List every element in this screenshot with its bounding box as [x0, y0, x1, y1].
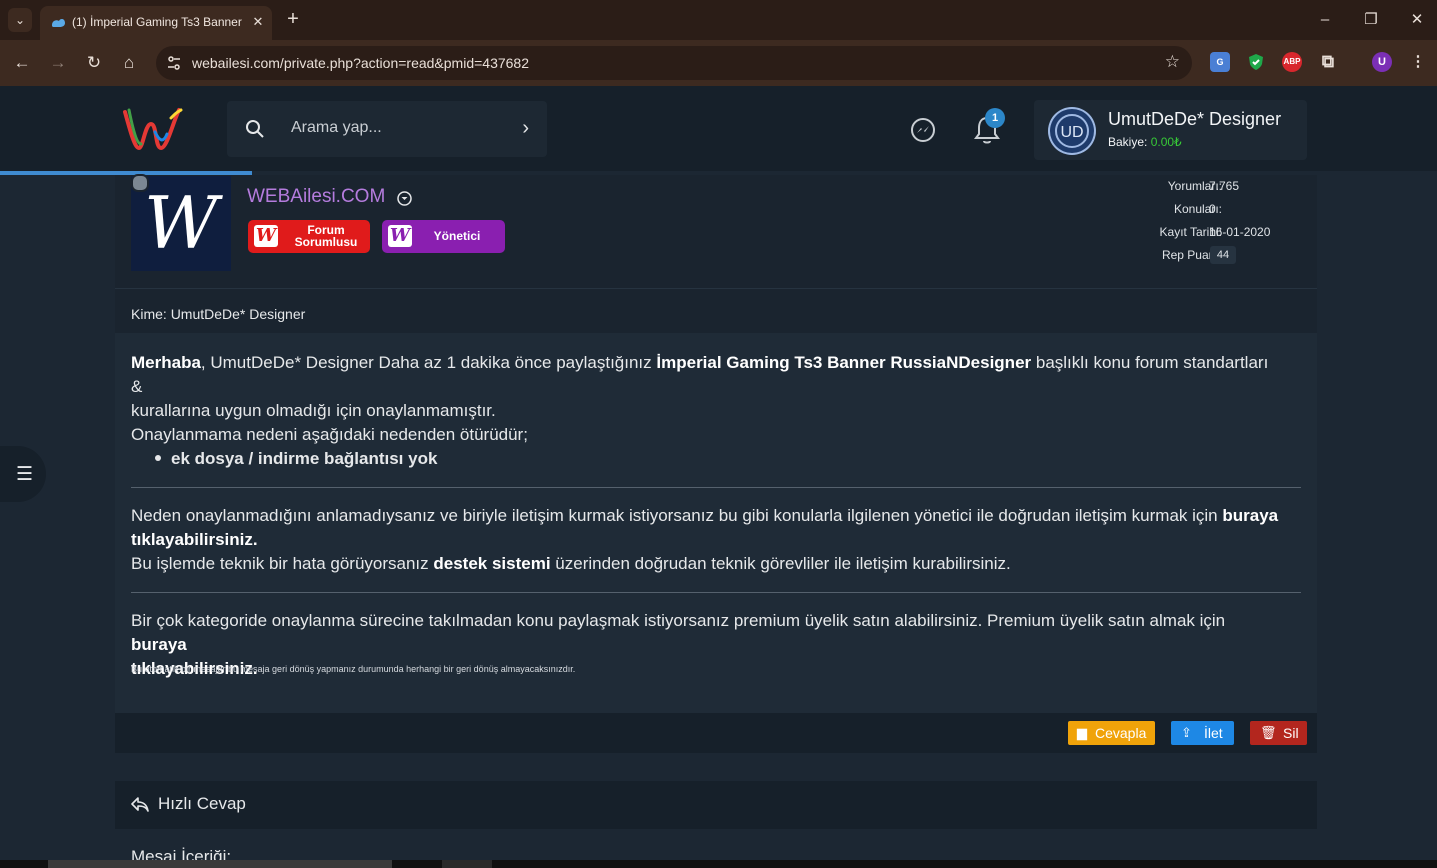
taskbar-app[interactable]	[48, 860, 392, 868]
forward-icon[interactable]: →	[47, 52, 69, 74]
translate-icon[interactable]: G	[1210, 52, 1230, 72]
reply-button-label: Cevapla	[1095, 725, 1147, 741]
user-name: UmutDeDe* Designer	[1108, 109, 1282, 129]
rep-points-badge: 44	[1210, 246, 1236, 264]
quick-reply-title: Hızlı Cevap	[158, 794, 246, 813]
status-indicator	[131, 174, 149, 192]
stat-row: Kayıt Tarihi: 16-01-2020	[1120, 223, 1310, 241]
reply-arrow-icon	[131, 797, 149, 812]
browser-menu-icon[interactable]: ⋮	[1408, 52, 1428, 72]
p5-text: Bir çok kategoride onaylanma sürecine ta…	[131, 611, 1226, 630]
topic-title: İmperial Gaming Ts3 Banner RussiaNDesign…	[656, 353, 1032, 372]
site-favicon-icon	[52, 18, 65, 27]
taskbar-app[interactable]	[442, 860, 492, 868]
contact-link[interactable]: buraya	[1222, 506, 1278, 525]
browser-tab-bar: ⌄ (1) İmperial Gaming Ts3 Banner RussiaN…	[0, 0, 1437, 40]
menu-icon: ☰	[16, 464, 34, 485]
site-logo[interactable]	[121, 104, 183, 154]
address-bar[interactable]: webailesi.com/private.php?action=read&pm…	[156, 46, 1192, 80]
minimize-icon[interactable]: –	[1310, 10, 1340, 30]
bullet-icon	[155, 455, 161, 461]
badge-forum-sorumlusu: W Forum Sorumlusu	[248, 220, 370, 253]
badge-yonetici: W Yönetici	[382, 220, 505, 253]
badge-logo-icon: W	[254, 225, 278, 247]
chevron-down-icon[interactable]	[397, 191, 412, 206]
site-header: Arama yap... › UD UmutDeDe* Designer Bak…	[0, 86, 1437, 171]
share-icon: ⇪	[1181, 725, 1192, 740]
stat-value: 0	[1209, 202, 1216, 216]
quick-reply-header	[115, 781, 1317, 829]
messenger-icon[interactable]	[909, 116, 937, 144]
reload-icon[interactable]: ↻	[83, 52, 105, 74]
avatar: UD	[1048, 107, 1096, 155]
search-box[interactable]: Arama yap... ›	[227, 101, 547, 157]
reply-button[interactable]: ▆ Cevapla	[1068, 721, 1155, 745]
recipient-name: UmutDeDe* Designer	[170, 306, 306, 322]
p2-text: Onaylanmama nedeni aşağıdaki nedenden öt…	[131, 425, 528, 444]
p1-text-c: kurallarına uygun olmadığı için onaylanm…	[131, 401, 496, 420]
stat-value: 7.765	[1209, 179, 1240, 193]
forward-button-label: İlet	[1204, 725, 1223, 741]
adblock-icon[interactable]: ABP	[1282, 52, 1302, 72]
home-icon[interactable]: ⌂	[118, 52, 140, 74]
search-input[interactable]: Arama yap...	[291, 119, 382, 137]
p4-text-a: Bu işlemde teknik bir hata görüyorsanız	[131, 554, 434, 573]
balance: Bakiye: 0.00₺	[1108, 135, 1182, 149]
recipient-label: Kime:	[131, 306, 167, 322]
balance-value: 0.00₺	[1150, 135, 1182, 149]
sender-name-link[interactable]: WEBAilesi.COM	[247, 186, 385, 208]
balance-label: Bakiye:	[1108, 135, 1148, 149]
p3-text: Neden onaylanmadığını anlamadıysanız ve …	[131, 506, 1223, 525]
site-info-icon[interactable]	[166, 55, 182, 71]
sidebar-toggle[interactable]: ☰	[0, 446, 46, 502]
close-icon[interactable]: ✕	[248, 12, 268, 32]
tab-search-button[interactable]: ⌄	[8, 8, 32, 32]
url-text[interactable]: webailesi.com/private.php?action=read&pm…	[192, 55, 529, 71]
search-icon	[246, 120, 264, 138]
stat-row: Konuları: 0	[1120, 200, 1310, 218]
support-system-link[interactable]: destek sistemi	[433, 554, 550, 573]
greeting: Merhaba	[131, 353, 201, 372]
shield-icon[interactable]	[1246, 52, 1266, 72]
delete-button[interactable]: 🗑 Sil	[1250, 721, 1307, 745]
badge-line-2: Sorumlusu	[294, 235, 358, 249]
badge-label: Forum Sorumlusu	[286, 224, 366, 248]
bookmark-star-icon[interactable]: ☆	[1165, 52, 1180, 72]
premium-link[interactable]: buraya	[131, 635, 187, 654]
restore-icon[interactable]: ❐	[1356, 10, 1386, 30]
badge-logo-icon: W	[388, 225, 412, 247]
puzzle-icon[interactable]: ⧉	[1318, 52, 1338, 72]
message-paragraph-3: Neden onaylanmadığını anlamadıysanız ve …	[131, 504, 1281, 576]
speech-bubble-icon: ▆	[1077, 725, 1087, 740]
profile-avatar[interactable]: U	[1372, 52, 1392, 72]
recipient-line: Kime: UmutDeDe* Designer	[131, 306, 305, 322]
browser-toolbar: ← → ↻ ⌂ webailesi.com/private.php?action…	[0, 40, 1437, 86]
new-tab-button[interactable]: +	[282, 8, 304, 30]
p1-text-a: , UmutDeDe* Designer Daha az 1 dakika ön…	[200, 353, 657, 372]
forward-button[interactable]: ⇪ İlet	[1171, 721, 1234, 745]
window-close-icon[interactable]: ✕	[1402, 10, 1432, 30]
notification-count-badge: 1	[985, 108, 1005, 128]
tab-title: (1) İmperial Gaming Ts3 Banner RussiaNDe…	[72, 15, 242, 29]
user-menu[interactable]: UD UmutDeDe* Designer Bakiye: 0.00₺	[1034, 100, 1307, 160]
back-icon[interactable]: ←	[11, 52, 33, 74]
divider	[115, 288, 1317, 289]
stat-value: 16-01-2020	[1209, 225, 1271, 239]
message-paragraph-1: Merhaba, UmutDeDe* Designer Daha az 1 da…	[131, 351, 1281, 447]
browser-tab[interactable]: (1) İmperial Gaming Ts3 Banner RussiaNDe…	[40, 6, 272, 40]
trash-icon: 🗑	[1260, 725, 1277, 740]
chevron-right-icon[interactable]: ›	[522, 117, 529, 140]
divider	[131, 592, 1301, 593]
svg-text:UD: UD	[1060, 124, 1083, 141]
auto-message-note: Bu otomatik bir mesajtır bu mesaja geri …	[131, 664, 576, 674]
divider	[131, 487, 1301, 488]
avatar-letter: W	[144, 181, 223, 265]
contact-link-cont[interactable]: tıklayabilirsiniz.	[131, 530, 258, 549]
p4-text-b: üzerinden doğrudan teknik görevliler ile…	[550, 554, 1011, 573]
badge-label: Yönetici	[433, 229, 481, 243]
delete-button-label: Sil	[1283, 725, 1299, 741]
rejection-reason: ek dosya / indirme bağlantısı yok	[171, 449, 438, 468]
stat-row: Yorumları: 7.765	[1120, 177, 1310, 195]
